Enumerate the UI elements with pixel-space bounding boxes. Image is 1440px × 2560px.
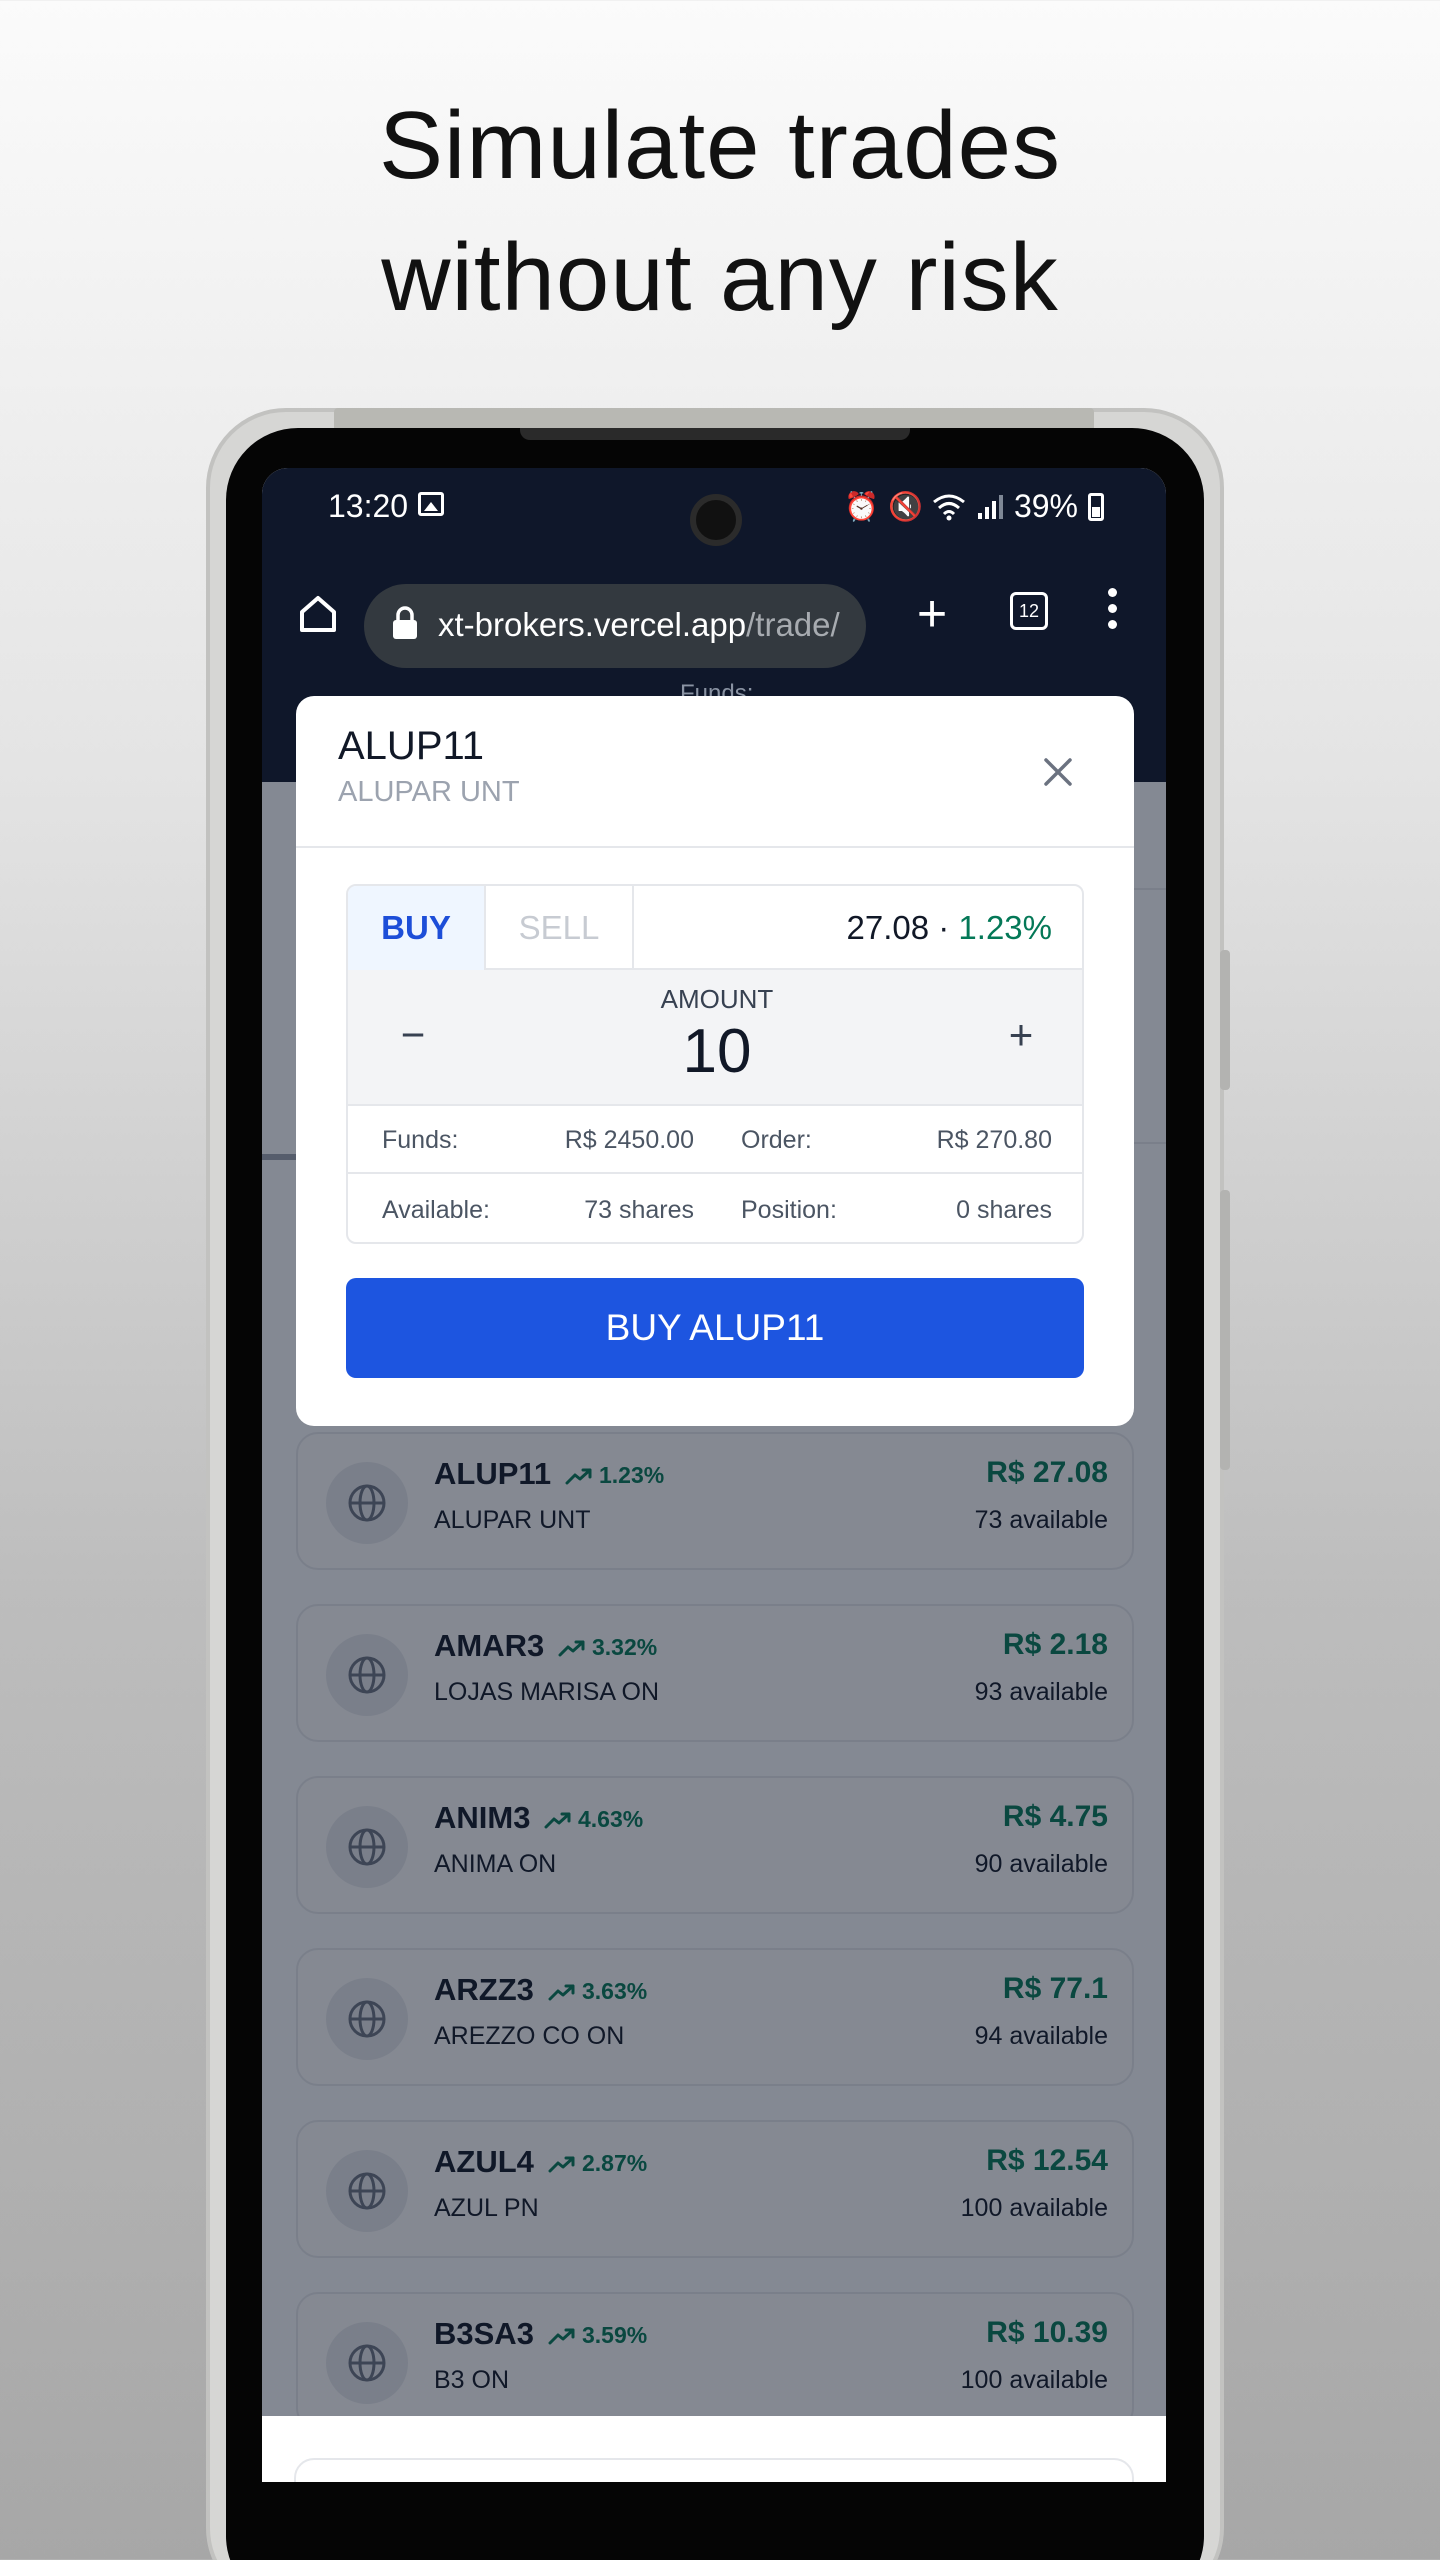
status-time: 13:20 xyxy=(328,488,409,524)
modal-company-name: ALUPAR UNT xyxy=(338,776,520,808)
position-label: Position: xyxy=(741,1196,837,1224)
position-value: 0 shares xyxy=(956,1196,1052,1224)
status-bar: 13:20 ⏰ 🔇 39% xyxy=(262,468,1166,554)
battery-percent: 39% xyxy=(1013,488,1078,524)
url-text: xt-brokers.vercel.app/trade/ xyxy=(438,606,840,644)
quote-price: 27.08 xyxy=(846,909,930,946)
trade-side-toggle: BUY SELL 27.08 · 1.23% xyxy=(348,886,1082,970)
more-menu-icon[interactable] xyxy=(1102,588,1122,638)
headline-line-2: without any risk xyxy=(381,224,1059,331)
image-icon xyxy=(418,492,444,516)
url-host: xt-brokers.vercel.app xyxy=(438,606,747,643)
amount-label: AMOUNT xyxy=(660,984,774,1014)
quote-change: 1.23% xyxy=(958,909,1052,946)
buy-submit-button[interactable]: BUY ALUP11 xyxy=(346,1278,1084,1378)
phone-screen: 13:20 ⏰ 🔇 39% xt-brokers.vercel.app/trad… xyxy=(262,468,1166,2482)
order-label: Order: xyxy=(741,1126,812,1154)
sell-tab[interactable]: SELL xyxy=(486,886,634,970)
new-tab-icon[interactable]: + xyxy=(902,584,962,644)
alarm-icon: ⏰ xyxy=(843,491,879,522)
amount-value[interactable]: 10 xyxy=(348,1016,1082,1087)
info-row-available-position: Available: 73 shares Position: 0 shares xyxy=(348,1176,1082,1242)
tab-switcher-icon[interactable]: 12 xyxy=(1010,592,1048,630)
home-icon[interactable] xyxy=(288,584,348,644)
battery-icon xyxy=(1088,492,1104,521)
funds-value: R$ 2450.00 xyxy=(564,1126,694,1154)
funds-label: Funds: xyxy=(382,1126,459,1154)
close-icon[interactable] xyxy=(1032,746,1084,798)
phone-power-button xyxy=(1220,1190,1230,1470)
url-path: /trade/ xyxy=(746,606,840,643)
lock-icon xyxy=(393,606,417,639)
address-bar[interactable]: xt-brokers.vercel.app/trade/ xyxy=(364,584,866,668)
phone-speaker xyxy=(520,428,910,440)
quote-separator: · xyxy=(929,909,959,946)
headline: Simulate trades without any risk xyxy=(0,80,1440,344)
headline-line-1: Simulate trades xyxy=(379,92,1061,199)
status-icons: ⏰ 🔇 39% xyxy=(844,488,1104,525)
buy-tab[interactable]: BUY xyxy=(348,886,486,970)
modal-ticker: ALUP11 xyxy=(338,724,485,768)
order-value: R$ 270.80 xyxy=(936,1126,1052,1154)
increase-amount-button[interactable]: + xyxy=(996,1010,1046,1060)
browser-toolbar: xt-brokers.vercel.app/trade/ + 12 xyxy=(262,554,1166,682)
available-value: 73 shares xyxy=(584,1196,694,1224)
trade-modal: ALUP11 ALUPAR UNT BUY SELL 27.08 · 1.23%… xyxy=(296,696,1134,1426)
wifi-icon xyxy=(933,494,965,520)
quote: 27.08 · 1.23% xyxy=(847,886,1053,970)
modal-header: ALUP11 ALUPAR UNT xyxy=(296,696,1134,848)
amount-stepper: − AMOUNT 10 + xyxy=(348,970,1082,1106)
info-row-funds-order: Funds: R$ 2450.00 Order: R$ 270.80 xyxy=(348,1106,1082,1174)
phone-volume-button xyxy=(1220,950,1230,1090)
mute-icon: 🔇 xyxy=(887,491,923,522)
bottom-sheet xyxy=(262,2416,1166,2482)
signal-icon xyxy=(977,494,1003,519)
trade-form: BUY SELL 27.08 · 1.23% − AMOUNT 10 + Fun… xyxy=(346,884,1084,1244)
front-camera xyxy=(690,494,742,546)
available-label: Available: xyxy=(382,1196,490,1224)
